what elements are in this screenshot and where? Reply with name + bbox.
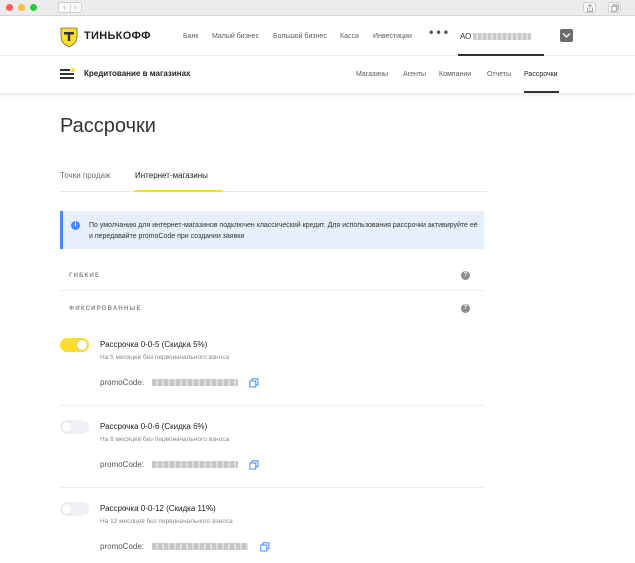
help-icon[interactable]: ? xyxy=(461,271,470,280)
share-button[interactable] xyxy=(583,2,596,13)
toggle-knob xyxy=(62,422,72,432)
nav-big-business[interactable]: Большой бизнес xyxy=(273,33,327,40)
subnav-reports[interactable]: Отчеты xyxy=(487,71,511,78)
toggle-knob xyxy=(77,340,87,350)
nav-kassa[interactable]: Касса xyxy=(340,33,359,40)
info-text: По умолчанию для интернет-магазинов подк… xyxy=(89,222,478,240)
account-menu-button[interactable] xyxy=(560,29,573,42)
plan-subtitle: На 6 месяцев без первоначального взноса xyxy=(100,436,230,443)
minimize-window-button[interactable] xyxy=(18,4,25,11)
tinkoff-logo-icon[interactable] xyxy=(58,26,80,48)
redacted-promo-code xyxy=(152,543,248,550)
subnav-agents[interactable]: Агенты xyxy=(403,71,426,78)
subnav-installments[interactable]: Рассрочки xyxy=(524,71,558,78)
plan-toggle-0-0-12[interactable] xyxy=(60,502,89,516)
show-tabs-button[interactable] xyxy=(608,2,621,13)
plan-subtitle: На 5 месяцев без первоначального взноса xyxy=(100,354,230,361)
browser-toolbar: ‹ › xyxy=(0,0,635,16)
tabs-divider xyxy=(60,191,487,192)
redacted-account-name xyxy=(473,33,531,40)
tabs-icon xyxy=(611,4,619,12)
menu-icon[interactable] xyxy=(60,68,75,80)
subnav-stores[interactable]: Магазины xyxy=(356,71,388,78)
plan-subtitle: На 12 месяцев без первоначального взноса xyxy=(100,518,233,525)
redacted-promo-code xyxy=(152,461,238,468)
plan-toggle-0-0-6[interactable] xyxy=(60,420,89,434)
copy-icon[interactable] xyxy=(249,378,259,388)
nav-bank[interactable]: Банк xyxy=(183,33,198,40)
plan-name: Рассрочка 0-0-12 (Скидка 11%) xyxy=(100,504,216,513)
tab-points-of-sale[interactable]: Точки продаж xyxy=(60,171,110,180)
history-navigation: ‹ › xyxy=(58,2,82,13)
subnav-companies[interactable]: Компании xyxy=(439,71,471,78)
help-icon[interactable]: ? xyxy=(461,304,470,313)
promo-code-label: promoCode: xyxy=(100,460,145,469)
main-header: ТИНЬКОФФ Банк Малый бизнес Большой бизне… xyxy=(0,16,635,56)
copy-icon[interactable] xyxy=(249,460,259,470)
plan-name: Рассрочка 0-0-5 (Скидка 5%) xyxy=(100,340,208,349)
plan-divider xyxy=(60,405,484,406)
copy-icon[interactable] xyxy=(260,542,270,552)
toggle-knob xyxy=(62,504,72,514)
group-flexible[interactable]: ГИБКИЕ xyxy=(69,273,100,279)
nav-investments[interactable]: Инвестиции xyxy=(373,33,412,40)
account-name[interactable]: АО xyxy=(460,32,471,41)
section-header: Кредитование в магазинах Магазины Агенты… xyxy=(0,57,635,94)
share-icon xyxy=(587,4,593,12)
promo-code-label: promoCode: xyxy=(100,542,145,551)
chevron-down-icon xyxy=(562,33,571,38)
tab-active-indicator xyxy=(134,190,223,192)
back-arrow-icon[interactable]: ‹ xyxy=(63,3,66,13)
account-active-indicator xyxy=(458,54,544,56)
maximize-window-button[interactable] xyxy=(30,4,37,11)
group-fixed[interactable]: ФИКСИРОВАННЫЕ xyxy=(69,306,142,312)
plan-toggle-0-0-5[interactable] xyxy=(60,338,89,352)
page-title: Рассрочки xyxy=(60,115,156,137)
group-divider xyxy=(60,290,484,291)
plan-name: Рассрочка 0-0-6 (Скидка 6%) xyxy=(100,422,208,431)
forward-arrow-icon[interactable]: › xyxy=(74,3,77,13)
tab-online-stores[interactable]: Интернет-магазины xyxy=(135,171,208,180)
section-title[interactable]: Кредитование в магазинах xyxy=(84,69,191,78)
subnav-active-indicator xyxy=(524,91,559,93)
close-window-button[interactable] xyxy=(6,4,13,11)
redacted-promo-code xyxy=(152,379,238,386)
brand-name[interactable]: ТИНЬКОФФ xyxy=(84,30,151,42)
promo-code-label: promoCode: xyxy=(100,378,145,387)
nav-small-business[interactable]: Малый бизнес xyxy=(212,33,259,40)
plan-divider xyxy=(60,487,484,488)
info-banner: i По умолчанию для интернет-магазинов по… xyxy=(60,211,484,249)
more-menu-icon[interactable]: ••• xyxy=(428,28,450,39)
info-icon: i xyxy=(71,221,80,230)
